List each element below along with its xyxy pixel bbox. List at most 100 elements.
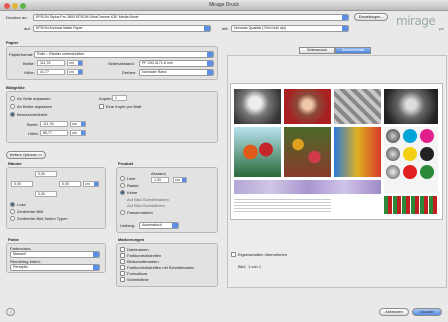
product-sub-label-1: Auf Bild-/Schnittmarken bbox=[127, 197, 169, 202]
marks-label-3: Farbkontrollstreifen mit Schnittmarken bbox=[127, 265, 195, 270]
color-mode-select[interactable]: Manuell bbox=[10, 251, 100, 258]
product-value-unit-value: cm bbox=[175, 178, 180, 182]
product-section-title: Produkt bbox=[118, 161, 134, 166]
paper-width-unit[interactable]: cm bbox=[67, 60, 83, 66]
orientation-select-value: Automatisch bbox=[142, 223, 162, 227]
preview-sheet bbox=[230, 83, 443, 220]
product-line-radio[interactable] bbox=[120, 176, 125, 181]
preview-photo-plaid bbox=[334, 89, 381, 124]
output-width-unit[interactable]: cm bbox=[70, 121, 86, 127]
profile-select[interactable]: Normale Qualität (720x1440 dpi) bbox=[231, 25, 349, 32]
print-preview-area: Eigenschaften übernehmen Bild: 1 von 1 bbox=[227, 55, 447, 288]
tab-print-preview[interactable]: Druckvorschau bbox=[335, 47, 371, 54]
fit-page-radio[interactable] bbox=[10, 96, 15, 101]
pos-loose-label: Lose bbox=[17, 202, 26, 207]
apply-properties-label: Eigenschaften übernehmen bbox=[238, 252, 287, 257]
output-height-field[interactable]: 85,77 bbox=[40, 130, 68, 136]
custom-size-radio[interactable] bbox=[10, 112, 15, 117]
preview-text-block bbox=[234, 197, 331, 213]
one-copy-label: Eine Kopie pro Blatt bbox=[106, 104, 142, 109]
margin-top-field[interactable]: 0,00 bbox=[35, 171, 57, 177]
output-group: An Seite anpassen An Breite anpassen Ben… bbox=[6, 91, 218, 143]
pos-loose-radio[interactable] bbox=[10, 202, 15, 207]
paper-height-field[interactable]: 41,77 bbox=[37, 69, 65, 75]
orientation-select[interactable]: Automatisch bbox=[139, 222, 179, 229]
marks-checkbox-2[interactable] bbox=[120, 259, 125, 264]
preview-photo-fruit bbox=[234, 127, 281, 177]
print-button[interactable]: Drucken bbox=[412, 308, 442, 316]
format-select[interactable]: Rolle – Ränder unbeschnitten bbox=[34, 51, 214, 58]
marks-section-title: Markierungen bbox=[118, 237, 145, 242]
media-select[interactable]: EPSON Archival Matte Paper bbox=[33, 25, 211, 32]
chevron-down-icon bbox=[342, 26, 348, 31]
product-value-unit[interactable]: cm bbox=[173, 177, 187, 183]
target-circle-8 bbox=[403, 165, 417, 179]
margin-label: Seitenabstand: bbox=[108, 61, 135, 66]
media-label: auf: bbox=[24, 26, 31, 31]
marks-label-5: Schneidlinie bbox=[127, 277, 149, 282]
paper-height-label: Höhe: bbox=[24, 70, 35, 75]
output-height-unit-value: cm bbox=[72, 131, 77, 135]
margins-group: 0,00 0,00 0,00 cm 0,00 Lose Zentrierter … bbox=[6, 167, 106, 229]
cancel-button[interactable]: Abbrechen bbox=[379, 308, 409, 316]
output-width-field[interactable]: 111,76 bbox=[40, 121, 68, 127]
fit-page-label: An Seite anpassen bbox=[17, 96, 51, 101]
output-width-unit-value: cm bbox=[72, 122, 77, 126]
output-height-label: Höhe: bbox=[28, 131, 39, 136]
marks-label-1: Farbkontrollstreifen bbox=[127, 253, 162, 258]
help-button[interactable]: ? bbox=[6, 308, 15, 316]
copies-field[interactable]: 1 bbox=[112, 95, 127, 101]
window-title: Mirage Druck bbox=[209, 2, 239, 8]
margin-right-field[interactable]: 0,00 bbox=[59, 181, 81, 187]
product-line-label: Linie bbox=[127, 176, 136, 181]
tab-page-view[interactable]: Seitenansicht bbox=[299, 47, 335, 54]
margin-left-field[interactable]: 0,00 bbox=[11, 181, 33, 187]
product-sub-label-2: Auf Bild-/Schnittlinien bbox=[127, 203, 165, 208]
output-height-unit[interactable]: cm bbox=[70, 130, 86, 136]
rotate-select[interactable]: Normaler Rand bbox=[139, 69, 214, 76]
margin-bottom-field[interactable]: 0,00 bbox=[35, 191, 57, 197]
printer-select-value: EPSON Stylus Pro 3800 EPSON UltraChrome … bbox=[36, 15, 139, 19]
margin-unit[interactable]: cm bbox=[83, 181, 99, 187]
chevron-down-icon bbox=[207, 52, 213, 57]
profile-label: mit: bbox=[222, 26, 229, 31]
color-mode-select-value: Manuell bbox=[13, 252, 26, 256]
rendering-select[interactable]: Perzeptiv bbox=[10, 264, 100, 271]
marks-group: Dateinamen Farbkontrollstreifen Bildschn… bbox=[116, 243, 218, 287]
profile-select-value: Normale Qualität (720x1440 dpi) bbox=[234, 26, 286, 30]
pos-center-radio[interactable] bbox=[10, 209, 15, 214]
apply-properties-checkbox[interactable] bbox=[231, 252, 236, 257]
margin-select[interactable]: PF 200-3171.8 mm bbox=[139, 60, 214, 67]
pos-center-label: Zentrierter Bild bbox=[17, 209, 44, 214]
chevron-down-icon bbox=[204, 26, 210, 31]
one-copy-checkbox[interactable] bbox=[99, 104, 104, 109]
more-options-button[interactable]: Weitere Optionen >> bbox=[6, 151, 46, 159]
margins-section-title: Ränder bbox=[8, 161, 22, 166]
format-select-value: Rolle – Ränder unbeschnitten bbox=[37, 52, 85, 56]
target-circle-2 bbox=[403, 129, 417, 143]
paper-width-field[interactable]: 111,76 bbox=[37, 60, 65, 66]
output-width-label: Breite: bbox=[27, 122, 39, 127]
preview-photo-colorful bbox=[334, 127, 381, 177]
product-crop-radio[interactable] bbox=[120, 210, 125, 215]
product-value-field[interactable]: 1,00 bbox=[151, 177, 169, 183]
paper-group: Papierformat: Rolle – Ränder unbeschnitt… bbox=[6, 46, 218, 80]
printer-settings-button[interactable]: Einstellungen... bbox=[354, 13, 388, 21]
marks-checkbox-1[interactable] bbox=[120, 253, 125, 258]
marks-checkbox-3[interactable] bbox=[120, 265, 125, 270]
chevron-down-icon bbox=[78, 70, 82, 74]
fit-width-label: An Breite anpassen bbox=[17, 104, 52, 109]
rotate-select-value: Normaler Rand bbox=[142, 70, 167, 74]
preview-photo-flowers bbox=[284, 127, 331, 177]
printer-select[interactable]: EPSON Stylus Pro 3800 EPSON UltraChrome … bbox=[33, 14, 349, 21]
logo-text: mirage bbox=[396, 14, 436, 28]
paper-height-unit[interactable]: cm bbox=[67, 69, 83, 75]
marks-checkbox-0[interactable] bbox=[120, 247, 125, 252]
preview-color-target bbox=[384, 127, 438, 193]
product-none-radio[interactable] bbox=[120, 190, 125, 195]
marks-checkbox-4[interactable] bbox=[120, 271, 125, 276]
product-grid-radio[interactable] bbox=[120, 183, 125, 188]
marks-checkbox-5[interactable] bbox=[120, 277, 125, 282]
fit-width-radio[interactable] bbox=[10, 104, 15, 109]
pos-center-types-radio[interactable] bbox=[10, 216, 15, 221]
